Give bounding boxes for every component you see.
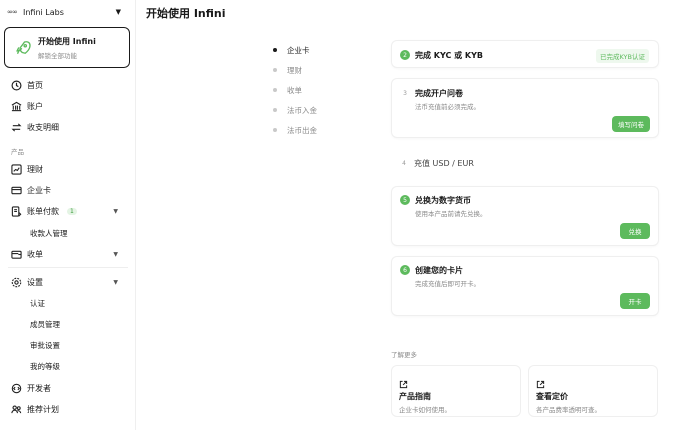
gear-icon bbox=[10, 276, 22, 288]
fill-survey-button[interactable]: 填写问卷 bbox=[612, 116, 650, 132]
bank-icon bbox=[10, 100, 22, 112]
sidebar-item-label: 开发者 bbox=[27, 383, 51, 393]
sidebar-item-collect[interactable]: 收单 ▼ bbox=[0, 246, 136, 262]
sidebar-item-label: 首页 bbox=[27, 80, 43, 90]
rocket-icon bbox=[12, 37, 34, 59]
dot-icon bbox=[273, 68, 277, 72]
sidebar-item-label: 账户 bbox=[27, 101, 43, 111]
step-description: 法币充值前必须完成。 bbox=[415, 103, 480, 111]
sidebar-item-bill-pay[interactable]: 账单付款 1 ▼ bbox=[0, 203, 136, 219]
step-nav-label: 法币入金 bbox=[287, 105, 317, 115]
learn-card-pricing[interactable]: 查看定价 各产品费率透明可查。 bbox=[528, 365, 658, 417]
sidebar-item-wealth[interactable]: 理财 bbox=[0, 161, 136, 177]
status-badge: 已完成KYB认证 bbox=[596, 49, 649, 63]
step-nav-item[interactable]: 企业卡 bbox=[273, 40, 317, 60]
step-title: 充值 USD / EUR bbox=[414, 159, 474, 168]
step-title: 完成开户问卷 bbox=[415, 89, 463, 98]
caret-down-icon: ▼ bbox=[115, 8, 121, 16]
step-nav-item[interactable]: 法币入金 bbox=[273, 100, 317, 120]
learn-card-guide[interactable]: 产品指南 企业卡如何使用。 bbox=[391, 365, 521, 417]
step-number-badge: 3 bbox=[403, 89, 407, 97]
step-number-badge: 5 bbox=[400, 195, 410, 205]
external-link-icon bbox=[536, 374, 545, 389]
page-title: 开始使用 Infini bbox=[146, 7, 226, 20]
org-name: Infini Labs bbox=[23, 7, 64, 17]
bill-pay-count-badge: 1 bbox=[67, 207, 77, 215]
chevron-down-icon: ▼ bbox=[113, 207, 118, 215]
step-description: 完成充值后即可开卡。 bbox=[415, 280, 480, 288]
sidebar-item-home[interactable]: 首页 bbox=[0, 77, 136, 93]
sidebar-subitem-members[interactable]: 成员管理 bbox=[30, 317, 60, 331]
sidebar-item-label: 账单付款 bbox=[27, 206, 59, 216]
credit-card-icon bbox=[10, 184, 22, 196]
swap-arrows-icon bbox=[10, 121, 22, 133]
wallet-icon bbox=[10, 248, 22, 260]
chevron-down-icon: ▼ bbox=[113, 278, 118, 286]
org-logo-icon: ∞∞ bbox=[7, 8, 18, 16]
step-title: 完成 KYC 或 KYB bbox=[415, 51, 484, 60]
step-card-kyc: 2 完成 KYC 或 KYB 已完成KYB认证 bbox=[391, 40, 659, 68]
sidebar-item-label: 收支明细 bbox=[27, 122, 59, 132]
chart-icon bbox=[10, 163, 22, 175]
dot-icon bbox=[273, 88, 277, 92]
step-card-create-card: 6 创建您的卡片 完成充值后即可开卡。 开卡 bbox=[391, 256, 659, 316]
step-description: 使用本产品前请先兑换。 bbox=[415, 210, 487, 218]
sidebar-item-account[interactable]: 账户 bbox=[0, 98, 136, 114]
step-nav-label: 理财 bbox=[287, 65, 302, 75]
users-icon bbox=[10, 403, 22, 415]
step-title: 兑换为数字货币 bbox=[415, 196, 471, 205]
clock-icon bbox=[10, 79, 22, 91]
learn-card-title: 查看定价 bbox=[536, 392, 568, 401]
learn-card-desc: 企业卡如何使用。 bbox=[399, 406, 451, 414]
learn-card-title: 产品指南 bbox=[399, 392, 431, 401]
sidebar-subitem-approval[interactable]: 审批设置 bbox=[30, 338, 60, 352]
dot-icon bbox=[273, 128, 277, 132]
step-nav-item[interactable]: 法币出金 bbox=[273, 120, 317, 140]
step-title: 创建您的卡片 bbox=[415, 266, 463, 275]
org-switcher[interactable]: ∞∞ Infini Labs ▼ bbox=[5, 3, 129, 21]
sidebar-item-label: 推荐计划 bbox=[27, 404, 59, 414]
chevron-down-icon: ▼ bbox=[113, 250, 118, 258]
sidebar-subitem-payee-mgmt[interactable]: 收款人管理 bbox=[30, 226, 68, 240]
step-nav-label: 收单 bbox=[287, 85, 302, 95]
step-number-badge: 2 bbox=[400, 50, 410, 60]
get-started-title: 开始使用 Infini bbox=[38, 36, 96, 46]
step-nav-label: 企业卡 bbox=[287, 45, 310, 55]
sidebar-item-label: 企业卡 bbox=[27, 185, 51, 195]
sidebar-subitem-my-level[interactable]: 我的等级 bbox=[30, 359, 60, 373]
section-label-products: 产品 bbox=[11, 148, 24, 156]
step-nav-item[interactable]: 收单 bbox=[273, 80, 317, 100]
sidebar-item-developer[interactable]: 开发者 bbox=[0, 380, 136, 396]
sidebar-item-transactions[interactable]: 收支明细 bbox=[0, 119, 136, 135]
learn-more-label: 了解更多 bbox=[391, 351, 417, 359]
convert-button[interactable]: 兑换 bbox=[620, 223, 650, 239]
get-started-subtitle: 解锁全部功能 bbox=[38, 51, 77, 60]
step-row-deposit: 4 充值 USD / EUR bbox=[391, 156, 659, 172]
sidebar-item-label: 理财 bbox=[27, 164, 43, 174]
sidebar-divider bbox=[8, 267, 128, 268]
developer-icon bbox=[10, 382, 22, 394]
sidebar-subitem-verification[interactable]: 认证 bbox=[30, 296, 45, 310]
dot-icon bbox=[273, 48, 277, 52]
sidebar-item-referral[interactable]: 推荐计划 bbox=[0, 401, 136, 417]
external-link-icon bbox=[399, 374, 408, 389]
dot-icon bbox=[273, 108, 277, 112]
get-started-card[interactable]: 开始使用 Infini 解锁全部功能 bbox=[4, 27, 130, 68]
sidebar-item-label: 设置 bbox=[27, 277, 43, 287]
sidebar: ∞∞ Infini Labs ▼ 开始使用 Infini 解锁全部功能 首页 账… bbox=[0, 0, 136, 430]
step-card-survey: 3 完成开户问卷 法币充值前必须完成。 填写问卷 bbox=[391, 78, 659, 138]
bill-icon bbox=[10, 205, 22, 217]
sidebar-item-corporate-card[interactable]: 企业卡 bbox=[0, 182, 136, 198]
step-number-badge: 6 bbox=[400, 265, 410, 275]
step-card-convert: 5 兑换为数字货币 使用本产品前请先兑换。 兑换 bbox=[391, 186, 659, 246]
sidebar-item-settings[interactable]: 设置 ▼ bbox=[0, 274, 136, 290]
learn-card-desc: 各产品费率透明可查。 bbox=[536, 406, 601, 414]
step-nav-label: 法币出金 bbox=[287, 125, 317, 135]
open-card-button[interactable]: 开卡 bbox=[620, 293, 650, 309]
step-nav: 企业卡 理财 收单 法币入金 法币出金 bbox=[273, 40, 317, 140]
step-number-badge: 4 bbox=[402, 159, 406, 167]
step-nav-item[interactable]: 理财 bbox=[273, 60, 317, 80]
sidebar-item-label: 收单 bbox=[27, 249, 43, 259]
